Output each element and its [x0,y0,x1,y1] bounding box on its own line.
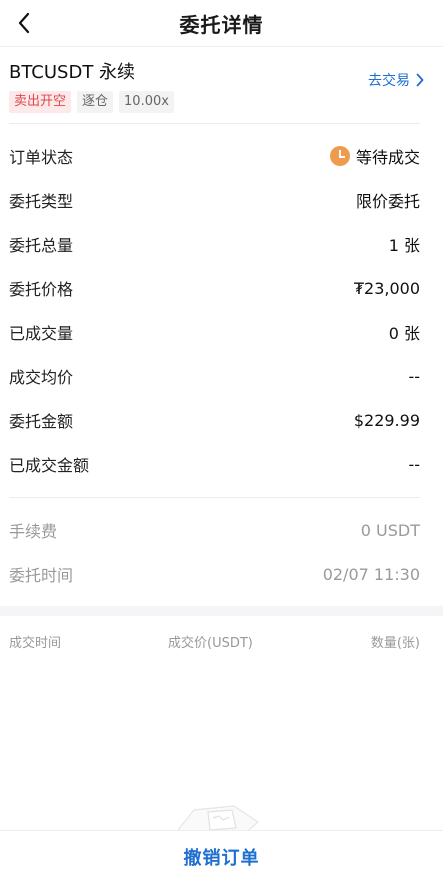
column-header-price: 成交价(USDT) [168,635,253,651]
detail-label: 委托类型 [9,192,74,211]
column-header-quantity: 数量(张) [370,635,420,651]
fills-table-header: 成交时间 成交价(USDT) 数量(张) [9,630,420,652]
margin-mode-tag: 逐仓 [77,91,114,113]
status-text: 等待成交 [355,148,420,167]
detail-label: 订单状态 [9,148,74,167]
header: 委托详情 [0,0,443,47]
detail-label: 已成交量 [9,324,74,343]
fee-label: 手续费 [9,522,58,541]
side-tag: 卖出开空 [9,91,72,113]
detail-label: 已成交金额 [9,456,90,475]
order-details: 订单状态 等待成交 委托类型 限价委托 委托总量 1 张 委托价格 ₮23,00… [9,134,420,486]
detail-row: 委托金额 $229.99 [9,398,420,442]
detail-row: 委托类型 限价委托 [9,178,420,222]
detail-value: 0 张 [388,324,420,343]
cancel-order-button[interactable]: 撤销订单 [184,844,260,870]
detail-value: 1 张 [388,236,420,255]
detail-row-status: 订单状态 等待成交 [9,134,420,178]
column-header-time: 成交时间 [9,635,62,651]
detail-row: 委托总量 1 张 [9,222,420,266]
footer: 撤销订单 [0,830,443,882]
detail-value: 限价委托 [355,192,420,211]
order-summary: BTCUSDT 永续 卖出开空 逐仓 10.00x 去交易 [9,58,434,116]
fee-value: 0 USDT [360,520,420,540]
divider [9,497,420,498]
back-button[interactable] [10,9,38,37]
chevron-left-icon [18,12,30,34]
detail-row: 已成交量 0 张 [9,310,420,354]
divider [9,123,420,124]
time-label: 委托时间 [9,566,74,585]
detail-row: 成交均价 -- [9,354,420,398]
fee-row: 手续费 0 USDT [9,508,420,552]
time-row: 委托时间 02/07 11:30 [9,552,420,596]
detail-row: 委托价格 ₮23,000 [9,266,420,310]
detail-value: $229.99 [353,410,420,430]
clock-icon [329,146,350,166]
fee-details: 手续费 0 USDT 委托时间 02/07 11:30 [9,508,420,596]
leverage-tag: 10.00x [119,91,174,113]
detail-value: ₮23,000 [353,278,420,298]
detail-label: 委托总量 [9,236,74,255]
go-trade-label: 去交易 [368,73,410,89]
detail-label: 委托价格 [9,280,74,299]
detail-label: 委托金额 [9,412,74,431]
order-tags: 卖出开空 逐仓 10.00x [9,91,434,113]
detail-label: 成交均价 [9,368,74,387]
page-title: 委托详情 [179,12,264,37]
detail-row: 已成交金额 -- [9,442,420,486]
detail-value: -- [408,366,420,386]
detail-value: -- [408,454,420,474]
go-trade-link[interactable]: 去交易 [368,70,424,90]
section-separator [0,606,443,616]
chevron-right-icon [416,73,424,87]
detail-value: 等待成交 [329,144,420,168]
time-value: 02/07 11:30 [322,564,420,584]
